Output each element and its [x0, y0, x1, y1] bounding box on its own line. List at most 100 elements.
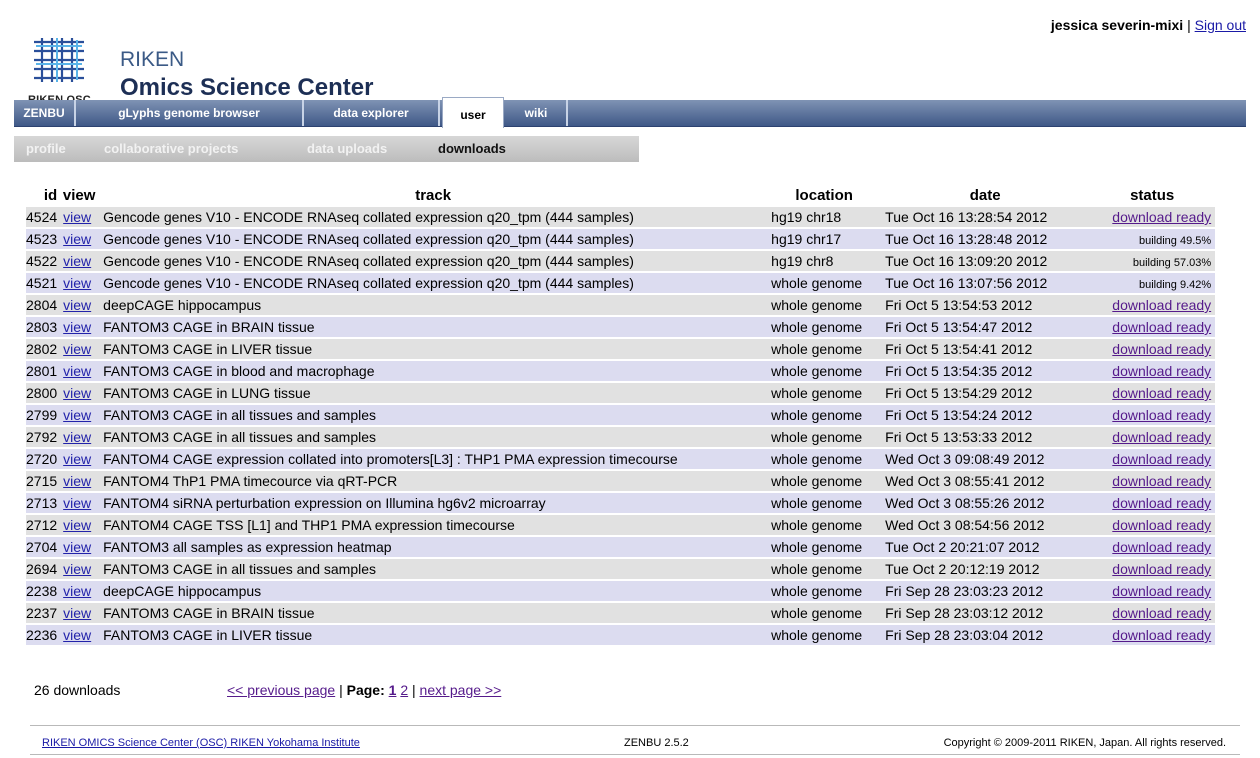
row-id: 2804: [26, 295, 60, 315]
row-location: whole genome: [767, 427, 882, 447]
row-download-link[interactable]: download ready: [1112, 385, 1211, 401]
row-view-link[interactable]: view: [63, 385, 91, 401]
row-location: whole genome: [767, 449, 882, 469]
col-header-id: id: [43, 186, 58, 204]
table-row: 2720 view FANTOM4 CAGE expression collated…: [26, 449, 1216, 469]
user-bar: jessica severin-mixi | Sign out: [1051, 17, 1246, 33]
row-track: FANTOM3 CAGE in LUNG tissue: [99, 383, 768, 403]
row-view-link[interactable]: view: [63, 407, 91, 423]
row-download-link[interactable]: download ready: [1112, 627, 1211, 643]
subnav-downloads[interactable]: downloads: [438, 136, 506, 162]
tab-wiki[interactable]: wiki: [506, 100, 568, 126]
row-date: Fri Oct 5 13:54:24 2012: [881, 405, 1090, 425]
row-view-link[interactable]: view: [63, 605, 91, 621]
row-download-link[interactable]: download ready: [1112, 561, 1211, 577]
row-download-link[interactable]: download ready: [1112, 517, 1211, 533]
row-download-link[interactable]: download ready: [1112, 605, 1211, 621]
row-id: 2694: [26, 559, 60, 579]
row-id: 4522: [26, 251, 60, 271]
row-view-link[interactable]: view: [63, 429, 91, 445]
row-track: FANTOM3 CAGE in blood and macrophage: [99, 361, 768, 381]
table-header-row: id view track location date status: [26, 185, 1215, 205]
col-header-track: track: [415, 186, 452, 204]
row-download-link[interactable]: download ready: [1112, 341, 1211, 357]
downloads-table-body: 4524 view Gencode genes V10 - ENCODE RNAse…: [26, 207, 1216, 645]
row-download-link[interactable]: download ready: [1112, 209, 1211, 225]
row-location: whole genome: [767, 625, 882, 645]
row-location: hg19 chr18: [767, 207, 882, 227]
row-download-link[interactable]: download ready: [1112, 407, 1211, 423]
table-row: 2800 view FANTOM3 CAGE in LUNG tissue whole…: [26, 383, 1216, 403]
row-track: Gencode genes V10 - ENCODE RNAseq collat…: [99, 273, 768, 293]
row-download-link[interactable]: download ready: [1112, 429, 1211, 445]
row-view-link[interactable]: view: [63, 297, 91, 313]
row-view-link[interactable]: view: [63, 495, 91, 511]
table-row: 2712 view FANTOM4 CAGE TSS [L1] and THP1 P…: [26, 515, 1216, 535]
row-view-link[interactable]: view: [63, 583, 91, 599]
row-date: Fri Oct 5 13:54:35 2012: [881, 361, 1090, 381]
row-track: FANTOM4 siRNA perturbation expression on…: [99, 493, 768, 513]
subnav-data-uploads[interactable]: data uploads: [307, 136, 387, 162]
row-id: 4521: [26, 273, 60, 293]
row-view-link[interactable]: view: [63, 627, 91, 643]
row-view-link[interactable]: view: [63, 209, 91, 225]
row-location: whole genome: [767, 493, 882, 513]
row-id: 2792: [26, 427, 60, 447]
sign-out-link[interactable]: Sign out: [1195, 17, 1246, 33]
row-date: Tue Oct 2 20:21:07 2012: [881, 537, 1090, 557]
row-date: Fri Oct 5 13:53:33 2012: [881, 427, 1090, 447]
row-location: whole genome: [767, 537, 882, 557]
row-view-link[interactable]: view: [63, 561, 91, 577]
row-view-link[interactable]: view: [63, 363, 91, 379]
row-location: whole genome: [767, 471, 882, 491]
row-id: 2238: [26, 581, 60, 601]
subnav-collaborative-projects[interactable]: collaborative projects: [104, 136, 238, 162]
page-2-link[interactable]: 2: [400, 682, 408, 698]
row-view-link[interactable]: view: [63, 319, 91, 335]
user-bar-separator: |: [1187, 17, 1191, 33]
table-row: 2715 view FANTOM4 ThP1 PMA timecource via …: [26, 471, 1216, 491]
row-track: Gencode genes V10 - ENCODE RNAseq collat…: [99, 251, 768, 271]
row-view-link[interactable]: view: [63, 517, 91, 533]
tab-glyphs-genome-browser[interactable]: gLyphs genome browser: [76, 100, 304, 126]
row-id: 2800: [26, 383, 60, 403]
row-download-link[interactable]: download ready: [1112, 451, 1211, 467]
row-location: whole genome: [767, 603, 882, 623]
row-date: Tue Oct 16 13:09:20 2012: [881, 251, 1090, 271]
row-view-link[interactable]: view: [63, 473, 91, 489]
table-row: 2792 view FANTOM3 CAGE in all tissues and …: [26, 427, 1216, 447]
row-status-building: building 9.42%: [1138, 279, 1212, 291]
tab-data-explorer[interactable]: data explorer: [304, 100, 440, 126]
row-view-link[interactable]: view: [63, 275, 91, 291]
row-download-link[interactable]: download ready: [1112, 539, 1211, 555]
main-tab-bar: ZENBU gLyphs genome browser data explore…: [14, 97, 1246, 128]
row-download-link[interactable]: download ready: [1112, 473, 1211, 489]
page-1-link[interactable]: 1: [389, 682, 397, 698]
next-page-link[interactable]: next page >>: [420, 682, 502, 698]
col-header-status: status: [1130, 186, 1175, 204]
row-download-link[interactable]: download ready: [1112, 319, 1211, 335]
table-row: 4523 view Gencode genes V10 - ENCODE RNAse…: [26, 229, 1216, 249]
row-view-link[interactable]: view: [63, 231, 91, 247]
row-status-building: building 49.5%: [1138, 235, 1212, 247]
row-location: whole genome: [767, 405, 882, 425]
tab-user[interactable]: user: [442, 97, 504, 128]
row-download-link[interactable]: download ready: [1112, 363, 1211, 379]
tab-zenbu[interactable]: ZENBU: [14, 100, 76, 126]
footer-version: ZENBU 2.5.2: [624, 737, 689, 749]
row-track: FANTOM3 CAGE in BRAIN tissue: [99, 603, 768, 623]
row-view-link[interactable]: view: [63, 341, 91, 357]
footer-osc-link[interactable]: RIKEN OMICS Science Center (OSC) RIKEN Y…: [42, 737, 360, 749]
row-view-link[interactable]: view: [63, 253, 91, 269]
subnav-profile[interactable]: profile: [26, 136, 66, 162]
row-download-link[interactable]: download ready: [1112, 583, 1211, 599]
previous-page-link[interactable]: << previous page: [227, 682, 335, 698]
row-id: 2713: [26, 493, 60, 513]
row-view-link[interactable]: view: [63, 539, 91, 555]
row-download-link[interactable]: download ready: [1112, 297, 1211, 313]
row-date: Tue Oct 2 20:12:19 2012: [881, 559, 1090, 579]
footer: RIKEN OMICS Science Center (OSC) RIKEN Y…: [30, 732, 1240, 755]
row-view-link[interactable]: view: [63, 451, 91, 467]
user-name: jessica severin-mixi: [1050, 17, 1184, 33]
row-download-link[interactable]: download ready: [1112, 495, 1211, 511]
